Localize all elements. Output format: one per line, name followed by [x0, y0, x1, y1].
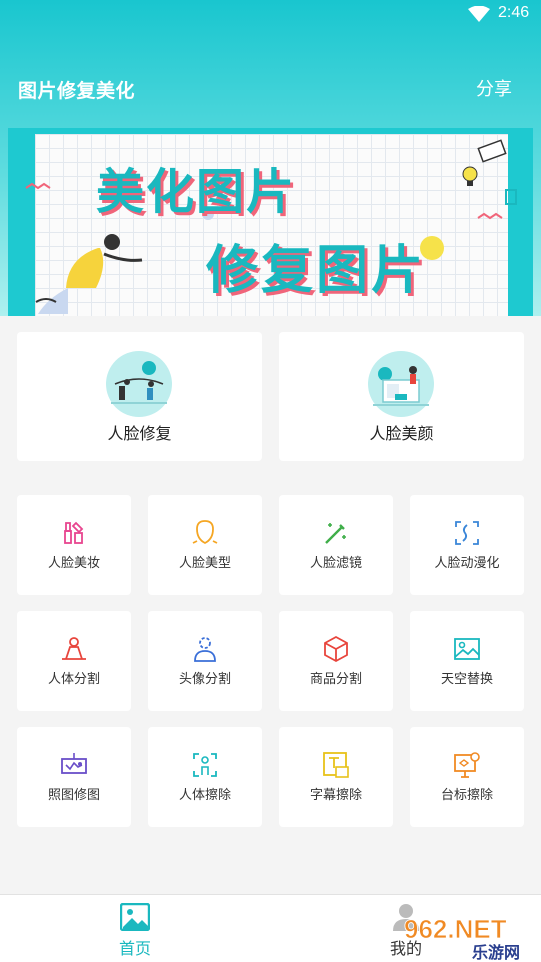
tool-photo-edit[interactable]: 照图修图: [17, 727, 131, 827]
tool-avatar-segment[interactable]: 头像分割: [148, 611, 262, 711]
tool-face-filter[interactable]: 人脸滤镜: [279, 495, 393, 595]
face-restore-card[interactable]: 人脸修复: [17, 332, 262, 461]
status-bar: 2:46: [0, 0, 541, 30]
face-beauty-icon: [368, 351, 434, 417]
wifi-icon: [468, 6, 490, 22]
watermark-logo: 962.NET 乐游网: [404, 914, 520, 962]
anime-face-icon: [455, 521, 479, 545]
face-beauty-label: 人脸美颜: [369, 424, 434, 443]
product-box-icon: [324, 635, 348, 663]
face-beauty-card[interactable]: 人脸美颜: [279, 332, 524, 461]
tool-anime[interactable]: 人脸动漫化: [410, 495, 524, 595]
subtitle-erase-icon: [323, 752, 349, 778]
watermark-text: 962.NET: [404, 914, 507, 944]
tool-subtitle-erase-label: 字幕擦除: [309, 788, 362, 803]
tool-face-shape-label: 人脸美型: [178, 556, 231, 571]
avatar-segment-icon: [194, 637, 216, 662]
face-shape-icon: [192, 520, 218, 545]
app-title: 图片修复美化: [18, 80, 136, 102]
makeup-icon: [64, 521, 84, 544]
face-restore-label: 人脸修复: [107, 424, 172, 443]
home-image-icon: [120, 903, 150, 931]
photo-edit-icon: [61, 753, 87, 774]
logo-erase-icon: [454, 752, 480, 778]
tool-makeup[interactable]: 人脸美妆: [17, 495, 131, 595]
tool-sky-replace[interactable]: 天空替换: [410, 611, 524, 711]
tool-product-segment[interactable]: 商品分割: [279, 611, 393, 711]
tool-logo-erase[interactable]: 台标擦除: [410, 727, 524, 827]
tool-photo-edit-label: 照图修图: [47, 788, 100, 803]
tool-body-segment[interactable]: 人体分割: [17, 611, 131, 711]
body-segment-icon: [62, 637, 86, 660]
tool-body-segment-label: 人体分割: [47, 672, 100, 687]
tool-product-segment-label: 商品分割: [309, 672, 362, 687]
body-erase-icon: [193, 753, 217, 777]
face-restore-icon: [106, 351, 172, 417]
nav-home[interactable]: 首页: [75, 895, 195, 962]
promo-banner[interactable]: 美化图片 修复图片: [8, 128, 533, 316]
tool-body-erase-label: 人体擦除: [178, 788, 231, 803]
sky-image-icon: [454, 638, 480, 660]
tool-sky-replace-label: 天空替换: [440, 672, 493, 687]
banner-title-beautify: 美化图片: [96, 164, 297, 220]
watermark-subtext: 乐游网: [472, 943, 520, 962]
tool-subtitle-erase[interactable]: 字幕擦除: [279, 727, 393, 827]
tool-anime-label: 人脸动漫化: [434, 556, 500, 571]
banner-title-restore: 修复图片: [206, 241, 427, 301]
tool-face-shape[interactable]: 人脸美型: [148, 495, 262, 595]
tool-logo-erase-label: 台标擦除: [440, 788, 493, 803]
magic-wand-icon: [325, 523, 346, 544]
tool-body-erase[interactable]: 人体擦除: [148, 727, 262, 827]
tool-makeup-label: 人脸美妆: [47, 556, 100, 571]
tool-avatar-segment-label: 头像分割: [178, 672, 231, 687]
nav-home-label: 首页: [118, 939, 151, 958]
share-button[interactable]: 分享: [476, 75, 512, 101]
tool-face-filter-label: 人脸滤镜: [309, 556, 362, 571]
status-time: 2:46: [498, 4, 530, 21]
